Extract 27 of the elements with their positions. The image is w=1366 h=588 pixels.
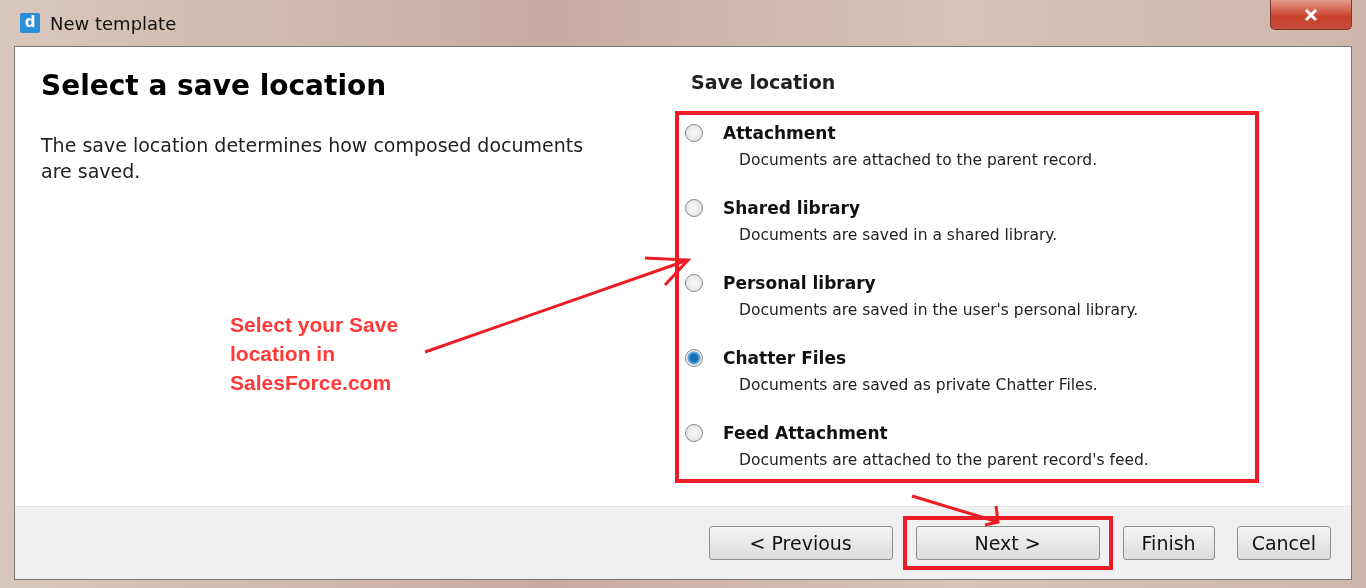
close-icon [1303, 8, 1319, 21]
annotation-text: Select your Save location in SalesForce.com [230, 312, 399, 396]
radio-button[interactable] [685, 274, 703, 292]
option-label[interactable]: Chatter Files [723, 348, 847, 368]
wizard-button[interactable]: Finish [1122, 526, 1215, 560]
option-description: Documents are saved as private Chatter Files. [739, 376, 1099, 394]
option-label[interactable]: Shared library [723, 198, 860, 218]
section-title: Save location [690, 71, 837, 93]
page-heading: Select a save location [41, 69, 388, 102]
radio-button[interactable] [685, 124, 703, 142]
close-button[interactable] [1270, 0, 1352, 30]
option-label[interactable]: Feed Attachment [723, 423, 888, 443]
radio-button[interactable] [685, 349, 703, 367]
wizard-button[interactable]: < Previous [708, 526, 893, 560]
description-text: The save location determines how composed documents are saved. [41, 133, 585, 184]
radio-button[interactable] [685, 199, 703, 217]
wizard-button[interactable]: Cancel [1236, 526, 1331, 560]
option-label[interactable]: Attachment [723, 123, 836, 143]
window-title: New template [50, 12, 177, 34]
option-label[interactable]: Personal library [723, 273, 876, 293]
option-description: Documents are attached to the parent record. [739, 151, 1099, 169]
option-description: Documents are saved in the user's personal library. [739, 301, 1140, 319]
app-icon: d [20, 13, 40, 33]
radio-button[interactable] [685, 424, 703, 442]
option-description: Documents are attached to the parent record's feed. [739, 451, 1150, 469]
option-description: Documents are saved in a shared library. [739, 226, 1059, 244]
wizard-button[interactable]: Next > [915, 526, 1100, 560]
